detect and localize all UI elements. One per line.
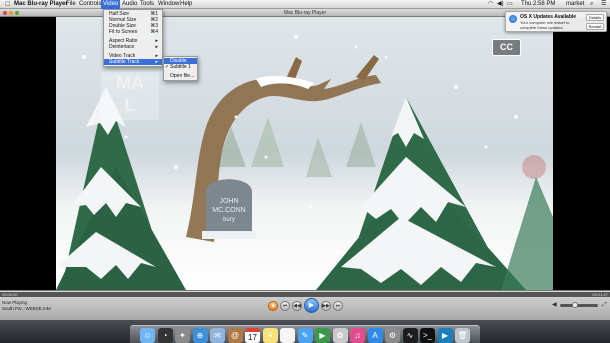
finder-icon[interactable]: ☺ — [140, 328, 155, 343]
facetime-icon[interactable]: ▶ — [315, 328, 330, 343]
trash-icon[interactable]: 🗑 — [455, 328, 470, 343]
player-control-bar: 00:00:00 00:21:47 Now Playing South.Par.… — [0, 290, 610, 320]
notes-icon[interactable]: ≡ — [262, 328, 278, 343]
menu-tools[interactable]: Tools — [140, 0, 154, 9]
video-area[interactable]: JOHN MC.CONN bury MA L — [0, 17, 610, 290]
volume-knob[interactable] — [572, 302, 579, 308]
watermark-top-text: MA — [116, 73, 144, 93]
svg-text:bury: bury — [223, 217, 235, 223]
activity-monitor-icon[interactable]: ∿ — [402, 328, 418, 343]
submenu-arrow-icon: ▸ — [155, 59, 158, 65]
menu-window[interactable]: Window — [158, 0, 179, 9]
spotlight-icon[interactable]: ⌕ — [590, 0, 593, 9]
minimize-icon[interactable] — [9, 11, 13, 15]
blu-ray-player-icon[interactable]: ▶ — [437, 328, 453, 343]
play-button[interactable]: ▶ — [304, 298, 319, 313]
wifi-icon[interactable]: ◠ — [488, 0, 493, 9]
svg-text:MC.CONN: MC.CONN — [212, 207, 245, 214]
menu-item-label: Subtitle Track — [109, 59, 140, 65]
menu-item-subtitle-track[interactable]: Subtitle Track ▸ — [104, 59, 162, 65]
dock: ☺ ◔ ✦ ⊕ ✉ @17 ≡ ☑ ✎ ▶ ✿ ♫ A ⚙ ∿ >_ ▶ 🗑 — [0, 320, 610, 343]
menu-bar:  Mac Blu-ray Player File Controls Video… — [0, 0, 610, 9]
close-icon[interactable] — [3, 11, 7, 15]
zoom-icon[interactable] — [15, 11, 19, 15]
itunes-icon[interactable]: ♫ — [350, 328, 365, 343]
time-total: 00:21:47 — [592, 292, 608, 297]
now-playing-file: South.Par...WEBSE.mkv — [2, 306, 52, 311]
menu-shortcut: ⌘4 — [150, 29, 158, 35]
apple-icon[interactable]:  — [5, 0, 10, 9]
menu-video[interactable]: Video — [101, 0, 121, 9]
messages-icon[interactable]: ✎ — [297, 328, 313, 343]
volume-icon: ◀ — [552, 302, 557, 308]
menu-item-label: Open file... — [170, 73, 195, 79]
battery-icon[interactable]: ▭ — [507, 0, 513, 9]
previous-chapter-button[interactable]: ⏮ — [280, 301, 290, 311]
submenu-arrow-icon: ▸ — [155, 44, 158, 50]
menu-item-label: Subtitle 1 — [170, 64, 191, 70]
dock-shelf: ☺ ◔ ✦ ⊕ ✉ @17 ≡ ☑ ✎ ▶ ✿ ♫ A ⚙ ∿ >_ ▶ 🗑 — [130, 325, 480, 343]
time-elapsed: 00:00:00 — [2, 292, 18, 297]
menu-item-deinterlace[interactable]: Deinterlace ▸ — [104, 44, 162, 50]
menu-item-fit-to-screen[interactable]: Fit to Screen ⌘4 — [104, 29, 162, 35]
menu-item-label: Fit to Screen — [109, 29, 138, 35]
video-dropdown-menu: Half Size ⌘1 Normal Size ⌘2 Double Size ⌘3 … — [103, 9, 163, 67]
subtitle-submenu: Disable ✓ Subtitle 1 Open file... — [163, 56, 198, 81]
software-update-icon — [509, 15, 517, 23]
watermark-logo: MA L — [101, 72, 159, 120]
stop-button[interactable]: ■ — [268, 301, 278, 311]
timeline-scrubber[interactable]: 00:00:00 00:21:47 — [0, 292, 610, 297]
checkmark-icon: ✓ — [165, 64, 170, 70]
watermark-bottom-text: L — [124, 95, 136, 115]
safari-icon[interactable]: ⊕ — [192, 328, 208, 343]
menu-file[interactable]: File — [66, 0, 76, 9]
menu-user[interactable]: market — [566, 0, 584, 9]
volume-status-icon[interactable]: ◀) — [497, 0, 504, 9]
notification-center-icon[interactable]: ☰ — [601, 0, 606, 9]
update-notification: OS X Updates Available Your computer wil… — [505, 11, 607, 32]
menu-help[interactable]: Help — [180, 0, 192, 9]
menu-app-name[interactable]: Mac Blu-ray Player — [14, 0, 68, 9]
restart-button[interactable]: Restart — [586, 23, 604, 30]
system-preferences-icon[interactable]: ⚙ — [385, 328, 400, 343]
reminders-icon[interactable]: ☑ — [280, 328, 295, 343]
calendar-icon[interactable]: 17 — [245, 328, 260, 343]
details-button[interactable]: Details — [586, 14, 604, 21]
launchpad-icon[interactable]: ✦ — [175, 328, 190, 343]
dashboard-icon[interactable]: ◔ — [157, 328, 173, 343]
menu-controls[interactable]: Controls — [79, 0, 101, 9]
mail-icon[interactable]: ✉ — [210, 328, 225, 343]
next-chapter-button[interactable]: ⏭ — [333, 301, 343, 311]
contacts-icon[interactable]: @ — [227, 328, 243, 343]
now-playing-panel: Now Playing South.Par...WEBSE.mkv — [2, 300, 51, 312]
svg-text:JOHN: JOHN — [219, 198, 238, 205]
menu-item-open-file[interactable]: Open file... — [164, 73, 197, 79]
menu-item-subtitle-1[interactable]: ✓ Subtitle 1 — [164, 64, 197, 70]
window-title: Mac Blu-ray Player — [283, 10, 327, 16]
fast-forward-button[interactable]: ▶▶ — [321, 301, 331, 311]
rewind-button[interactable]: ◀◀ — [292, 301, 302, 311]
volume-slider[interactable] — [560, 302, 598, 308]
menu-audio[interactable]: Audio — [122, 0, 137, 9]
photos-icon[interactable]: ✿ — [332, 328, 348, 343]
app-store-icon[interactable]: A — [367, 328, 383, 343]
terminal-icon[interactable]: >_ — [420, 328, 435, 343]
desktop-screen:  Mac Blu-ray Player File Controls Video… — [0, 0, 610, 343]
fullscreen-icon[interactable]: ⤢ — [602, 302, 607, 309]
notification-body: Your computer will restart to complete t… — [520, 20, 570, 30]
menu-item-label: Deinterlace — [109, 44, 135, 50]
menu-clock[interactable]: Thu 2:58 PM — [521, 0, 555, 9]
closed-captions-badge: CC — [492, 39, 521, 56]
